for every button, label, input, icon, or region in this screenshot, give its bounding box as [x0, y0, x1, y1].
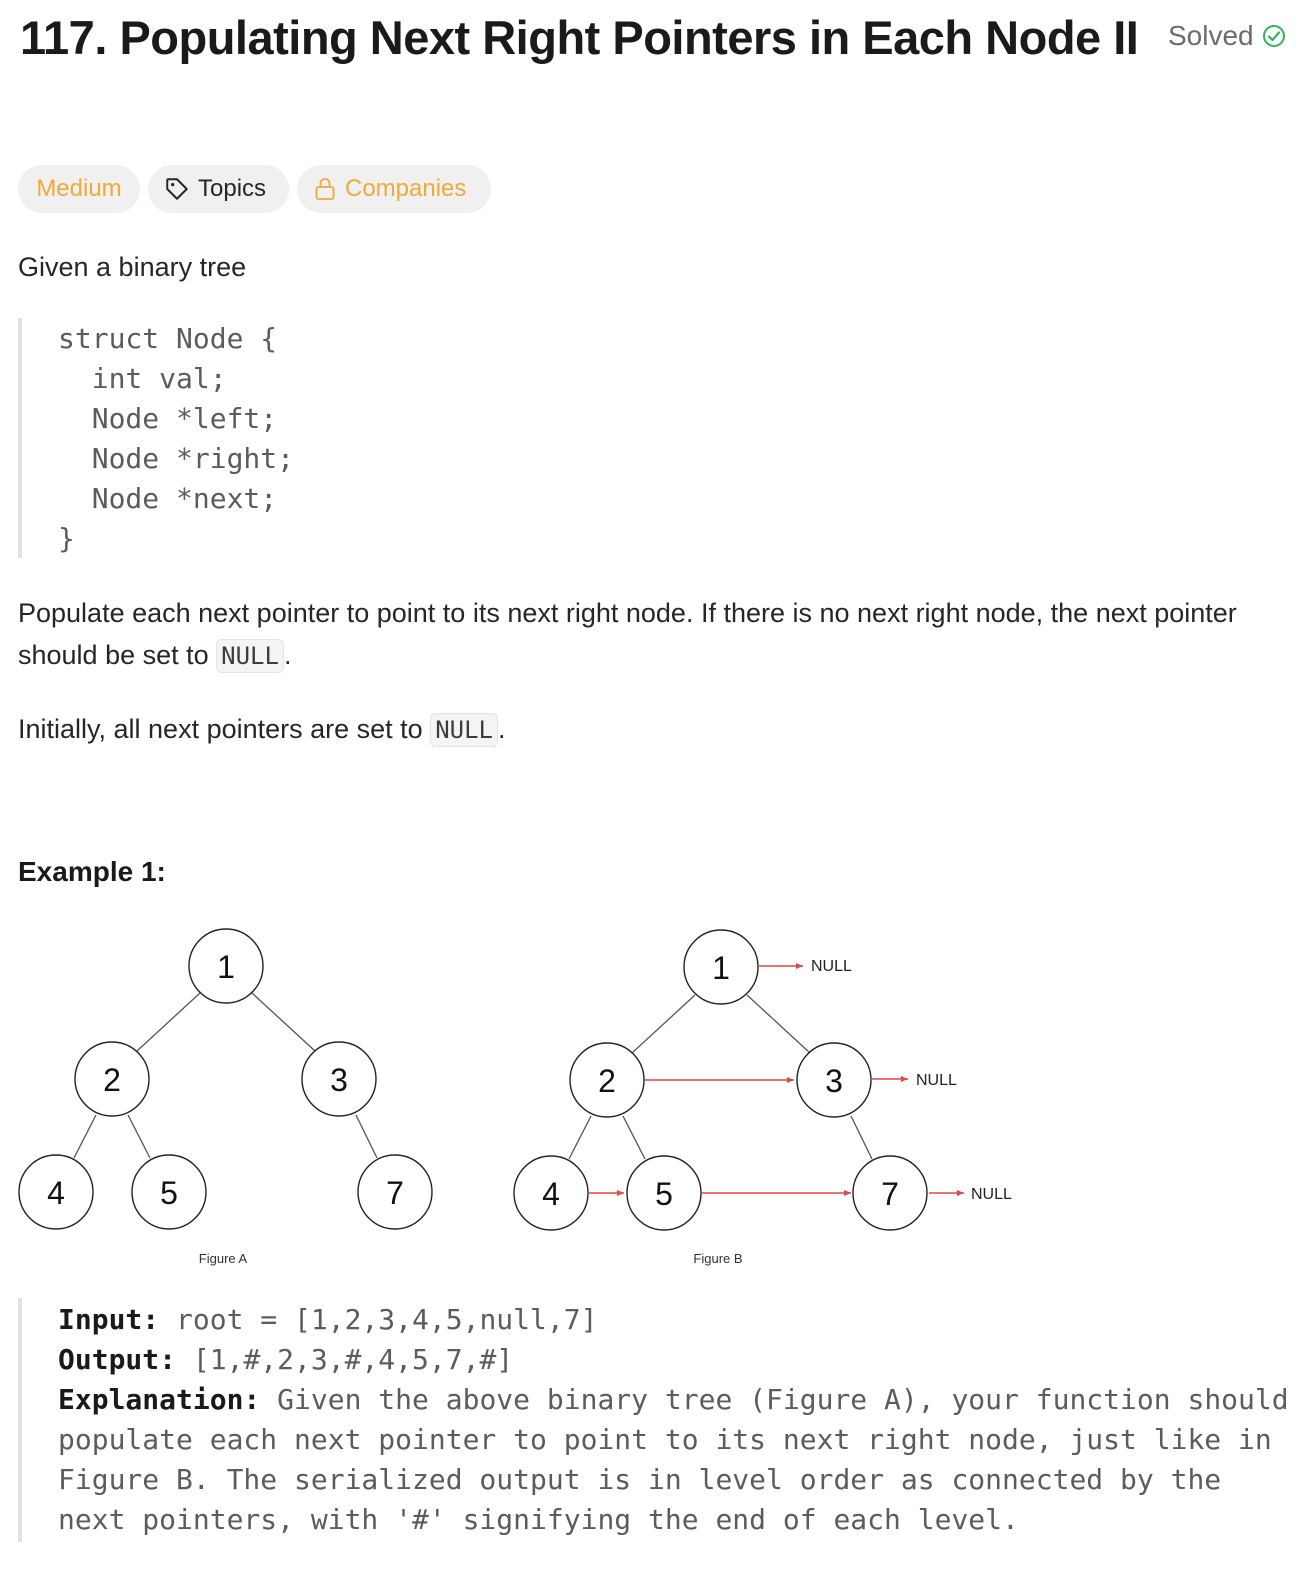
tree-node: 7	[357, 1154, 433, 1230]
tree-node: 5	[626, 1155, 702, 1231]
description-paragraph-1: Populate each next pointer to point to i…	[18, 592, 1288, 677]
edge	[136, 992, 201, 1052]
explanation-text-2: populate each next pointer to point to i…	[58, 1423, 1272, 1456]
tree-node: 4	[18, 1154, 94, 1230]
tree-node: 7	[852, 1155, 928, 1231]
input-line: Input: root = [1,2,3,4,5,null,7]	[58, 1300, 1289, 1340]
p2-text: Initially, all next pointers are set to	[18, 714, 431, 744]
difficulty-label: Medium	[36, 175, 122, 202]
output-line: Output: [1,#,2,3,#,4,5,7,#]	[58, 1340, 1289, 1380]
svg-text:7: 7	[881, 1176, 899, 1212]
null-label: NULL	[971, 1186, 1012, 1203]
output-value: [1,#,2,3,#,4,5,7,#]	[176, 1343, 514, 1376]
tree-node: 4	[513, 1155, 589, 1231]
figure-a-caption: Figure A	[199, 1251, 248, 1266]
explanation-label: Explanation:	[58, 1383, 261, 1416]
description-paragraph-2: Initially, all next pointers are set to …	[18, 708, 506, 751]
explanation-text-1: Given the above binary tree (Figure A), …	[260, 1383, 1289, 1416]
explanation-text-4: next pointers, with '#' signifying the e…	[58, 1503, 1019, 1536]
example-1-figure: 1 2 3 4 5 7 Figure A NULL NULL NULL 1 2 …	[18, 928, 1012, 1266]
edge	[622, 1115, 646, 1160]
page-title: 117. Populating Next Right Pointers in E…	[20, 11, 1139, 64]
edge	[73, 1114, 97, 1159]
svg-text:5: 5	[160, 1175, 178, 1211]
solved-status: Solved	[1168, 20, 1286, 52]
null-label: NULL	[811, 958, 852, 975]
edge	[568, 1115, 592, 1160]
edge	[127, 1114, 151, 1159]
tree-node: 1	[188, 928, 264, 1004]
explanation-text-3: Figure B. The serialized output is in le…	[58, 1463, 1222, 1496]
description-intro: Given a binary tree	[18, 252, 247, 282]
companies-button[interactable]: Companies	[297, 165, 491, 213]
tree-node: 3	[301, 1041, 377, 1117]
output-label: Output:	[58, 1343, 177, 1376]
svg-text:7: 7	[386, 1175, 404, 1211]
topics-button[interactable]: Topics	[148, 165, 289, 213]
edge	[251, 992, 316, 1052]
edge	[850, 1115, 873, 1160]
p1-end: .	[283, 640, 292, 670]
lock-icon	[315, 178, 335, 200]
edge	[355, 1114, 378, 1159]
check-circle-icon	[1262, 25, 1285, 47]
struct-code-block: struct Node { int val; Node *left; Node …	[18, 318, 622, 558]
tree-node: 3	[796, 1042, 872, 1118]
p1-text: Populate each next pointer to point to i…	[18, 598, 1237, 670]
tree-node: 5	[131, 1154, 207, 1230]
companies-label: Companies	[345, 175, 467, 202]
svg-text:3: 3	[330, 1062, 348, 1098]
tree-node: 2	[74, 1041, 150, 1117]
edge	[631, 994, 696, 1054]
input-value: root = [1,2,3,4,5,null,7]	[159, 1303, 598, 1336]
p1-null-code: NULL	[216, 639, 284, 673]
explanation-line: Explanation: Given the above binary tree…	[58, 1380, 1289, 1420]
example-1-io-block: Input: root = [1,2,3,4,5,null,7] Output: …	[18, 1298, 1312, 1542]
struct-code: struct Node { int val; Node *left; Node …	[58, 322, 295, 555]
svg-text:4: 4	[542, 1176, 560, 1212]
null-label: NULL	[916, 1072, 957, 1089]
example-1-heading: Example 1:	[18, 856, 166, 887]
input-label: Input:	[58, 1303, 160, 1336]
svg-text:3: 3	[825, 1063, 843, 1099]
svg-text:2: 2	[103, 1062, 121, 1098]
edge	[746, 994, 811, 1054]
svg-text:1: 1	[712, 950, 730, 986]
solved-label: Solved	[1168, 20, 1254, 51]
figure-b-caption: Figure B	[693, 1251, 742, 1266]
p2-null-code: NULL	[430, 713, 498, 747]
p2-end: .	[498, 714, 506, 744]
svg-text:4: 4	[47, 1175, 65, 1211]
topics-label: Topics	[198, 175, 267, 202]
difficulty-badge[interactable]: Medium	[18, 165, 140, 213]
tag-icon	[166, 178, 188, 200]
tree-node: 2	[569, 1042, 645, 1118]
svg-text:2: 2	[598, 1063, 616, 1099]
svg-text:1: 1	[217, 949, 235, 985]
tree-node: 1	[683, 929, 759, 1005]
svg-text:5: 5	[655, 1176, 673, 1212]
example-1-io-text: Input: root = [1,2,3,4,5,null,7] Output: …	[58, 1300, 1289, 1540]
